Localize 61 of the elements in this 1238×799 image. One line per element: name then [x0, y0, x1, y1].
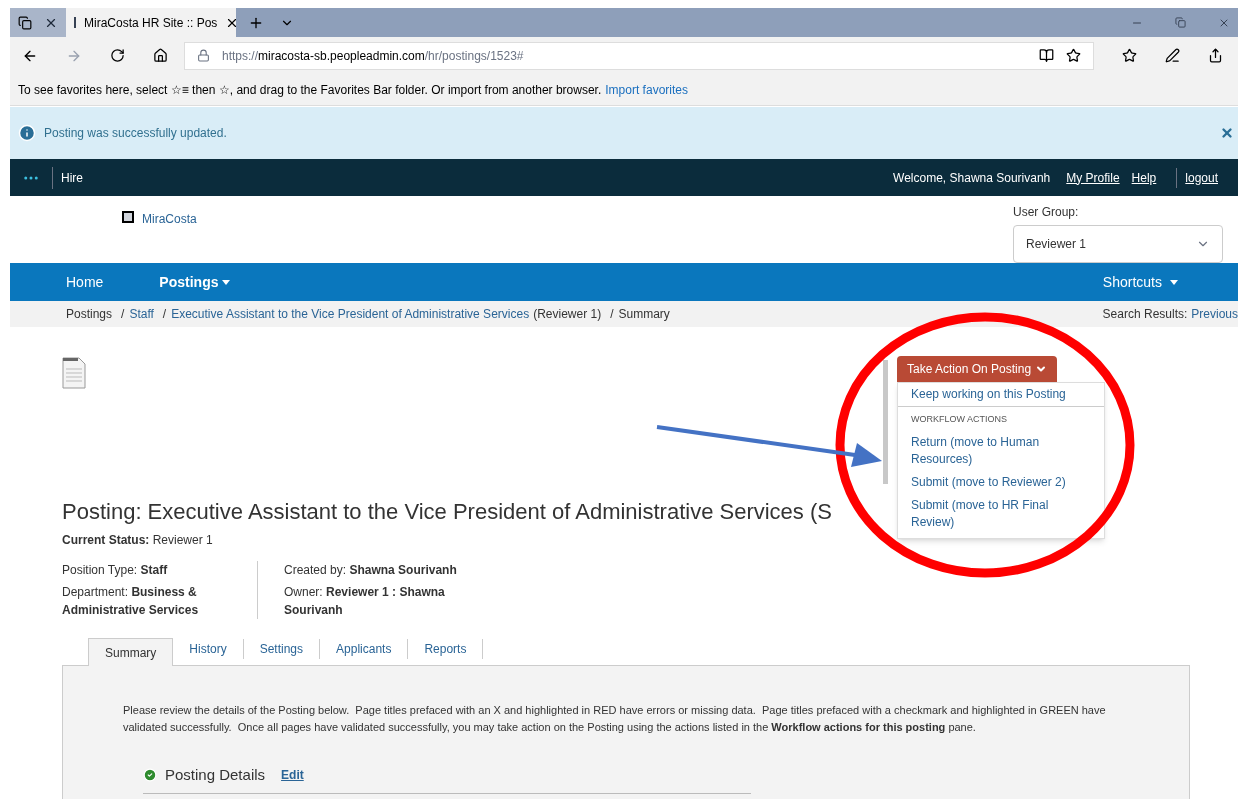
nav-link[interactable]: Help [1131, 168, 1157, 187]
edit-link[interactable]: Edit [281, 766, 304, 785]
tab[interactable]: Summary [88, 638, 174, 666]
nav-link[interactable]: logout [1185, 168, 1218, 187]
refresh-icon[interactable] [110, 48, 125, 63]
posting-title: Posting: Executive Assistant to the Vice President of Administrative Services (S [62, 498, 832, 526]
breadcrumb-link[interactable]: Executive Assistant to the Vice President of Administrative Services [171, 305, 530, 323]
menu-item[interactable]: Postings [159, 271, 231, 293]
lock-icon [197, 49, 210, 62]
posting-field: Created by: Shawna Sourivanh [284, 561, 464, 579]
document-icon [62, 357, 86, 389]
tab[interactable]: Settings [243, 639, 321, 659]
instructions-text: Please review the details of the Posting below. Page titles prefaced with an X and highlighted in RED have errors or missing data. Page titles prefaced with a checkmark and highlighted in GREEN have validated successfully. Once all pages have validated successfully, you may take action on the Posting using the actions listed in the Workflow actions for this posting pane. [123, 703, 1107, 735]
info-icon [18, 124, 36, 142]
app-name[interactable]: Hire [61, 168, 83, 187]
menu-item[interactable]: Submit (move to HR Final Review) [898, 493, 1104, 534]
menu-header: WORKFLOW ACTIONS [898, 406, 1104, 431]
take-action-button[interactable]: Take Action On Posting [897, 356, 1058, 382]
tab[interactable]: History [173, 639, 244, 659]
menu-item[interactable]: Return (move to Human Resources) [898, 430, 1104, 471]
menu-item[interactable]: Keep working on this Posting [898, 383, 1104, 406]
posting-field: Position Type: Staff [62, 561, 222, 579]
posting-field: Owner: Reviewer 1 : Shawna Sourivanh [284, 583, 464, 619]
import-favorites-link[interactable]: Import favorites [605, 80, 688, 99]
reading-view-icon[interactable] [1039, 48, 1054, 63]
tab[interactable]: Applicants [320, 639, 409, 659]
menu-item[interactable]: Shortcuts [1102, 271, 1178, 293]
tab[interactable]: Reports [408, 639, 484, 659]
breadcrumb-separator: / [121, 306, 125, 323]
nav-link[interactable]: My Profile [1066, 168, 1120, 187]
scrollbar[interactable] [883, 360, 888, 484]
section-title: Posting Details [165, 765, 266, 785]
broken-image-icon [122, 211, 134, 223]
favorites-icon[interactable] [1122, 48, 1137, 63]
favorites-hint: To see favorites here, select ☆≡ then ☆, and drag to the Favorites Bar folder. Or import from another browser. [18, 81, 602, 99]
close-alert-icon[interactable] [1220, 126, 1234, 140]
posting-field: Department: Business & Administrative Services [62, 583, 222, 619]
search-results-label: Search Results: [1102, 306, 1188, 323]
favorite-icon[interactable] [1066, 48, 1081, 63]
restore-icon[interactable] [1175, 17, 1186, 28]
current-status: Current Status: Reviewer 1 [62, 532, 214, 549]
breadcrumb-link[interactable]: Staff [129, 305, 154, 323]
home-icon[interactable] [153, 48, 168, 63]
menu-item[interactable]: Submit (move to Reviewer 2) [898, 470, 1104, 494]
logo-link[interactable]: MiraCosta [142, 210, 197, 228]
previous-link[interactable]: Previous [1191, 305, 1238, 323]
breadcrumb-text: Postings [66, 306, 113, 323]
breadcrumb-separator: / [610, 306, 614, 323]
breadcrumb-text: Summary [618, 306, 670, 323]
alert-message: Posting was successfully updated. [44, 125, 228, 142]
tab-set-icon[interactable] [18, 15, 32, 30]
share-icon[interactable] [1208, 48, 1223, 63]
address-bar[interactable]: https://miracosta-sb.peopleadmin.com/hr/postings/1523# [184, 41, 1094, 70]
user-group-label: User Group: [1013, 204, 1080, 221]
breadcrumb-separator: / [162, 306, 167, 323]
welcome-text: Welcome, Shawna Sourivanh [893, 169, 1051, 187]
browser-tab[interactable]: MiraCosta HR Site :: Pos [66, 8, 236, 37]
menu-item[interactable]: Home [66, 271, 104, 293]
user-group-select[interactable]: Reviewer 1 [1013, 225, 1223, 263]
breadcrumb-text: (Reviewer 1) [533, 306, 602, 323]
pen-icon[interactable] [1165, 48, 1180, 63]
